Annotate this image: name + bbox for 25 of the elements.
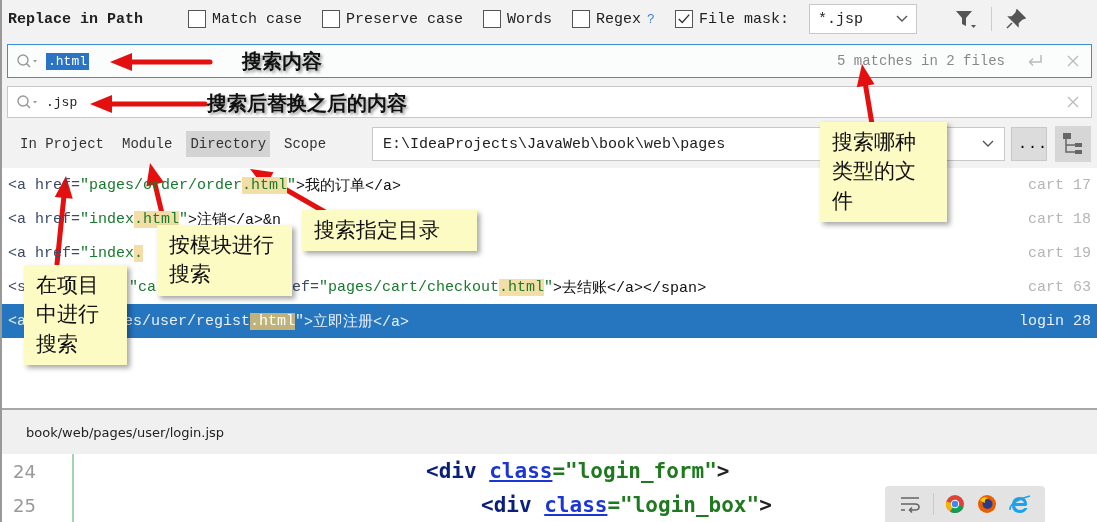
callout-tooltip: 搜索指定目录 (302, 210, 477, 252)
callout-tooltip: 按模块进行搜索 (157, 225, 292, 296)
checkbox-label[interactable]: Match case (212, 10, 302, 28)
annotation-label: 搜索后替换之后的内容 (207, 90, 407, 117)
code-line: <div class="login_form"> (426, 459, 730, 483)
dialog-title: Replace in Path (8, 10, 145, 28)
match-count: 5 matches in 2 files (836, 53, 1005, 69)
scope-tab[interactable]: Directory (186, 131, 271, 157)
browse-button[interactable]: ... (1011, 127, 1047, 161)
line-number: 24 (12, 460, 36, 482)
file-mask-combo[interactable]: *.jsp (808, 4, 917, 34)
callout-tooltip: 搜索哪种类型的文件 (820, 122, 947, 223)
scope-tab[interactable]: Module (118, 131, 177, 157)
scope-tab[interactable]: Scope (280, 131, 331, 157)
checkbox-label[interactable]: File mask: (698, 10, 789, 28)
scope-tab[interactable]: In Project (16, 131, 108, 157)
checkbox-label[interactable]: Preserve case (346, 10, 464, 28)
checkbox-label[interactable]: Words (507, 10, 553, 28)
checkbox-label[interactable]: Regex (596, 10, 642, 28)
line-number: 25 (12, 494, 36, 516)
code-line: <div class="login_box"> (481, 493, 772, 517)
file-path: book/web/pages/user/login.jsp (26, 424, 225, 440)
annotation-label: 搜索内容 (242, 48, 322, 75)
help-link[interactable]: ? (647, 11, 655, 27)
callout-tooltip: 在项目中进行搜索 (24, 265, 127, 366)
